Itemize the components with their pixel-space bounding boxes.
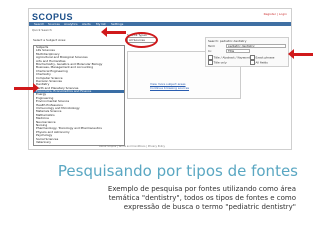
top-links[interactable]: Register | Login bbox=[264, 12, 287, 16]
subject-area-item[interactable]: Veterinary bbox=[34, 141, 124, 144]
search-label: Search: pediatric dentistry bbox=[208, 39, 247, 43]
arrow-to-subject-area bbox=[14, 83, 39, 93]
arrow-to-search-term bbox=[288, 49, 313, 59]
in-label: In: bbox=[208, 49, 212, 53]
slide-caption: Exemplo de pesquisa por fontes utilizand… bbox=[107, 185, 296, 211]
search-field-select[interactable]: Title bbox=[226, 49, 250, 53]
tab-alerts[interactable]: Alerts bbox=[79, 22, 94, 26]
slide-title: Pesquisando por tipos de fontes bbox=[57, 162, 298, 180]
tab-my-list[interactable]: My list bbox=[93, 22, 109, 26]
browse-sources-link[interactable]: Continue browsing sources bbox=[150, 86, 189, 90]
footer-links[interactable]: About Scopus | Terms and Conditions | Pr… bbox=[99, 145, 165, 148]
screenshot-frame: SCOPUS Register | Login Search Sources A… bbox=[28, 8, 292, 150]
option-all-fields[interactable]: All fields bbox=[250, 60, 268, 65]
arrow-to-source-type bbox=[101, 27, 126, 37]
subject-area-label: Select a Subject Area: bbox=[33, 38, 67, 42]
term-label: Term bbox=[208, 44, 216, 48]
quick-search-label: Quick Search bbox=[32, 28, 52, 32]
nav-bar: Search Sources Analytics Alerts My list … bbox=[29, 22, 291, 26]
scopus-logo: SCOPUS bbox=[32, 12, 74, 22]
option-title-abstract[interactable]: Title / Abstract / Keywords bbox=[208, 55, 252, 60]
option-title-only[interactable]: Title only bbox=[208, 60, 227, 65]
tab-analytics[interactable]: Analytics bbox=[61, 22, 81, 26]
tab-settings[interactable]: Settings bbox=[108, 22, 126, 26]
subject-area-list[interactable]: Subjects Life Sciences Multidisciplinary Ag… bbox=[33, 45, 125, 146]
search-term-input[interactable]: pediatric dentistry bbox=[226, 44, 286, 48]
option-exact-phrase[interactable]: Exact phrase bbox=[250, 55, 275, 60]
search-panel: Search: pediatric dentistry Term pediatr… bbox=[205, 37, 289, 67]
highlight-oval bbox=[125, 32, 158, 48]
